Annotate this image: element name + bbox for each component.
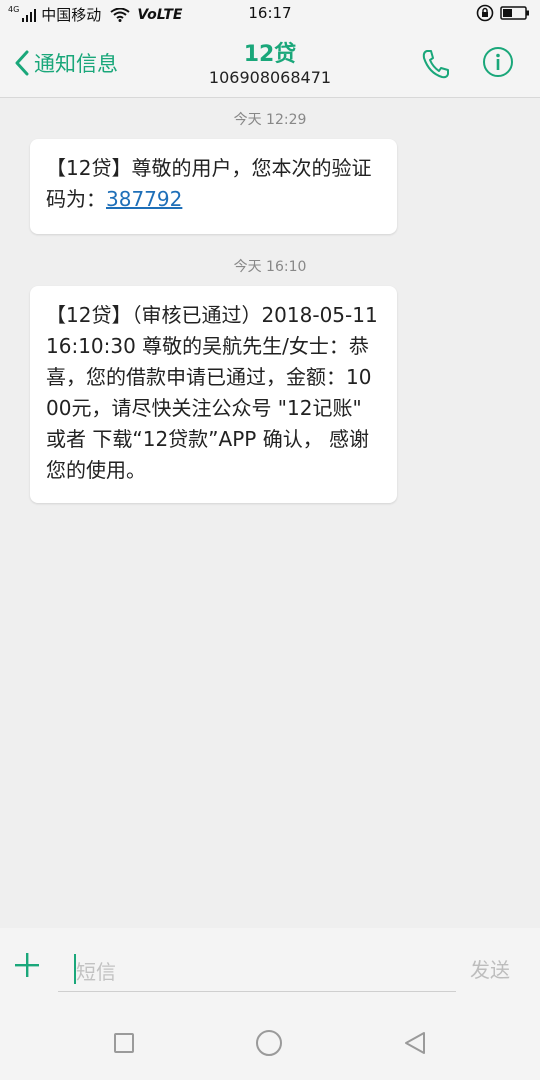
info-icon [483, 47, 513, 77]
message-timestamp: 今天 16:10 [233, 259, 307, 275]
recents-square-icon[interactable] [114, 1033, 134, 1053]
message-timestamp: 今天 12:29 [233, 112, 307, 128]
back-triangle-icon[interactable] [402, 1030, 428, 1056]
verification-code-link[interactable]: 387792 [106, 187, 182, 211]
plus-icon [15, 953, 39, 977]
message-input-placeholder: 短信 [76, 960, 116, 984]
status-time: 16:17 [248, 4, 292, 22]
sms-thread-screen: 4G 中国移动 VoLTE 16:17 通知信息 12贷 10690806847… [0, 0, 540, 1080]
attach-button[interactable] [12, 950, 42, 980]
info-button[interactable] [482, 46, 514, 78]
message-bubble[interactable]: 【12贷】尊敬的用户，您本次的验证码为：387792 [30, 139, 397, 234]
message-text: 【12贷】尊敬的用户，您本次的验证码为： [46, 156, 372, 211]
message-list[interactable]: 今天 12:29 【12贷】尊敬的用户，您本次的验证码为：387792 今天 1… [0, 99, 540, 928]
thread-header: 通知信息 12贷 106908068471 [0, 28, 540, 98]
sender-number: 106908068471 [208, 68, 332, 87]
message-bubble[interactable]: 【12贷】（审核已通过）2018-05-11 16:10:30 尊敬的吴航先生/… [30, 286, 397, 503]
rotation-lock-icon [476, 4, 494, 22]
call-button[interactable] [420, 48, 450, 80]
contact-name: 12贷 [243, 42, 297, 67]
battery-icon [500, 6, 529, 20]
message-text: 【12贷】（审核已通过）2018-05-11 16:10:30 尊敬的吴航先生/… [46, 303, 378, 482]
status-right [476, 4, 530, 22]
composer-bar: 短信 发送 [0, 928, 540, 1006]
message-input[interactable]: 短信 [58, 944, 456, 992]
send-button[interactable]: 发送 [470, 954, 510, 983]
phone-icon [422, 50, 449, 79]
system-nav-bar [0, 1006, 540, 1080]
home-circle-icon[interactable] [256, 1030, 282, 1056]
status-bar: 4G 中国移动 VoLTE 16:17 [0, 0, 540, 28]
